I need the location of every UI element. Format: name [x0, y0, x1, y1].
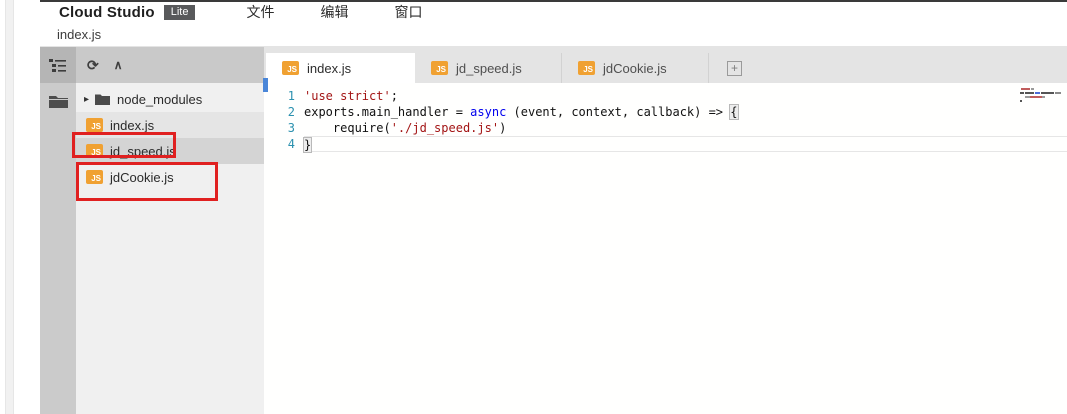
folder-icon: [95, 93, 110, 105]
tree-item-label: jdCookie.js: [110, 170, 174, 185]
line-number[interactable]: 3: [264, 120, 304, 136]
lite-badge: Lite: [164, 5, 196, 20]
code-token: ;: [391, 89, 398, 103]
matched-bracket: }: [303, 137, 312, 153]
menu-window[interactable]: 窗口: [371, 2, 445, 22]
js-file-icon: JS: [86, 170, 103, 184]
code-token: ): [499, 121, 506, 135]
line-number[interactable]: 2: [264, 104, 304, 120]
code-line-2[interactable]: 2 exports.main_handler = async (event, c…: [264, 104, 1067, 120]
minimap-line: [1021, 88, 1030, 90]
folder-icon: [49, 94, 68, 108]
line-number[interactable]: 1: [264, 88, 304, 104]
tab-index-js[interactable]: JS index.js: [266, 53, 415, 83]
tree-item-node-modules[interactable]: ▸ node_modules: [76, 86, 264, 112]
tree-item-label: jd_speed.js: [110, 144, 176, 159]
tree-item-jdcookie-js[interactable]: JS jdCookie.js: [76, 164, 264, 190]
js-file-icon: JS: [86, 144, 103, 158]
editor-area: JS index.js JS jd_speed.js JS jdCookie.j…: [264, 47, 1067, 414]
code-line-1[interactable]: 1 'use strict';: [264, 88, 1067, 104]
js-file-icon: JS: [431, 61, 448, 75]
tree-item-label: index.js: [110, 118, 154, 133]
line-number[interactable]: 4: [264, 136, 304, 152]
minimap-line: [1030, 96, 1042, 98]
minimap-line: [1020, 100, 1022, 102]
new-tab-button[interactable]: +: [727, 61, 742, 76]
page-scrollbar-gutter: [5, 0, 14, 414]
tab-jd-speed-js[interactable]: JS jd_speed.js: [415, 53, 562, 83]
activity-explorer-tree-button[interactable]: [40, 47, 76, 83]
code-token: 'use strict': [304, 89, 391, 103]
tab-label: jd_speed.js: [456, 61, 522, 76]
minimap-line: [1020, 92, 1024, 94]
file-tree: ▸ node_modules JS index.js JS jd_speed.j…: [76, 83, 264, 190]
code-token: exports.main_handler =: [304, 105, 470, 119]
breadcrumb: index.js: [40, 22, 1067, 47]
chevron-right-icon: ▸: [84, 94, 95, 105]
code-token: async: [470, 105, 506, 119]
sash-focus-mark[interactable]: [263, 78, 268, 92]
minimap-line: [1041, 92, 1054, 94]
js-file-icon: JS: [578, 61, 595, 75]
tab-jdcookie-js[interactable]: JS jdCookie.js: [562, 53, 709, 83]
menu-bar: Cloud Studio Lite 文件 编辑 窗口: [40, 0, 1067, 22]
tab-label: index.js: [307, 61, 351, 76]
js-file-icon: JS: [282, 61, 299, 75]
cloud-studio-window: Cloud Studio Lite 文件 编辑 窗口 index.js: [40, 0, 1067, 414]
file-explorer: ⟳ ∧ ▸ node_modules JS index.js: [76, 47, 264, 414]
code-token: (event, context, callback) =>: [506, 105, 730, 119]
menu-file[interactable]: 文件: [223, 2, 297, 22]
code-token: require(: [304, 121, 391, 135]
code-line-4[interactable]: 4 }: [264, 136, 1067, 152]
minimap-line: [1055, 92, 1061, 94]
collapse-all-icon[interactable]: ∧: [114, 59, 123, 71]
tree-item-jd-speed-js[interactable]: JS jd_speed.js: [76, 138, 264, 164]
code-token: './jd_speed.js': [391, 121, 499, 135]
minimap-line: [1042, 96, 1045, 98]
tree-item-label: node_modules: [117, 92, 202, 107]
breadcrumb-filename: index.js: [57, 27, 101, 42]
tab-label: jdCookie.js: [603, 61, 667, 76]
minimap-line: [1035, 92, 1040, 94]
list-tree-icon: [49, 58, 67, 72]
minimap-line: [1031, 88, 1034, 90]
tree-item-index-js[interactable]: JS index.js: [76, 112, 264, 138]
minimap[interactable]: [1019, 86, 1063, 104]
activity-bar: [40, 47, 76, 414]
menu-items: 文件 编辑 窗口: [223, 2, 445, 22]
matched-bracket: {: [729, 104, 738, 120]
js-file-icon: JS: [86, 118, 103, 132]
app-logo: Cloud Studio: [59, 4, 155, 21]
tab-bar: JS index.js JS jd_speed.js JS jdCookie.j…: [264, 47, 1067, 83]
menu-edit[interactable]: 编辑: [297, 2, 371, 22]
activity-folder-button[interactable]: [40, 83, 76, 119]
refresh-icon[interactable]: ⟳: [87, 58, 99, 72]
explorer-header: ⟳ ∧: [76, 47, 264, 83]
code-editor[interactable]: 1 'use strict'; 2 exports.main_handler =…: [264, 83, 1067, 414]
code-line-3[interactable]: 3 require('./jd_speed.js'): [264, 120, 1067, 136]
minimap-line: [1025, 92, 1034, 94]
